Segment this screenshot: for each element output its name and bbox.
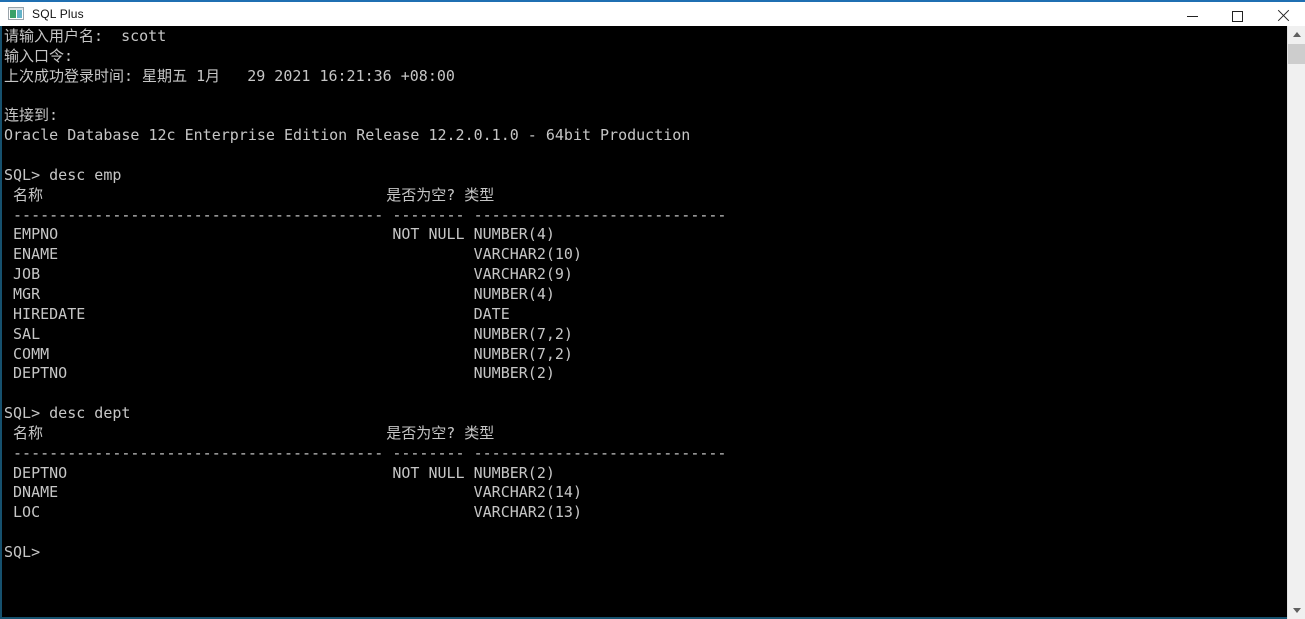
close-icon [1277, 10, 1289, 22]
scroll-up-button[interactable] [1288, 26, 1305, 43]
chevron-up-icon [1292, 32, 1301, 37]
window-controls [1170, 4, 1305, 28]
terminal-viewport[interactable]: 请输入用户名: scott 输入口令: 上次成功登录时间: 星期五 1月 29 … [2, 26, 1287, 615]
scroll-down-button[interactable] [1288, 602, 1305, 619]
maximize-icon [1232, 10, 1243, 22]
scrollbar-thumb[interactable] [1288, 44, 1305, 64]
minimize-button[interactable] [1170, 4, 1215, 28]
console-area[interactable]: 请输入用户名: scott 输入口令: 上次成功登录时间: 星期五 1月 29 … [0, 26, 1305, 619]
close-button[interactable] [1260, 4, 1305, 28]
window-title: SQL Plus [32, 7, 84, 21]
maximize-button[interactable] [1215, 4, 1260, 28]
minimize-icon [1187, 15, 1198, 17]
console-window-icon [8, 7, 24, 21]
chevron-down-icon [1292, 608, 1301, 613]
title-bar[interactable]: SQL Plus [0, 0, 1305, 26]
scrollbar-track[interactable] [1288, 43, 1305, 602]
vertical-scrollbar[interactable] [1287, 26, 1305, 619]
terminal-output: 请输入用户名: scott 输入口令: 上次成功登录时间: 星期五 1月 29 … [4, 27, 727, 561]
sql-plus-window: SQL Plus 请输入用户名: scott 输入口令: 上次成功登录时间: 星… [0, 0, 1305, 619]
